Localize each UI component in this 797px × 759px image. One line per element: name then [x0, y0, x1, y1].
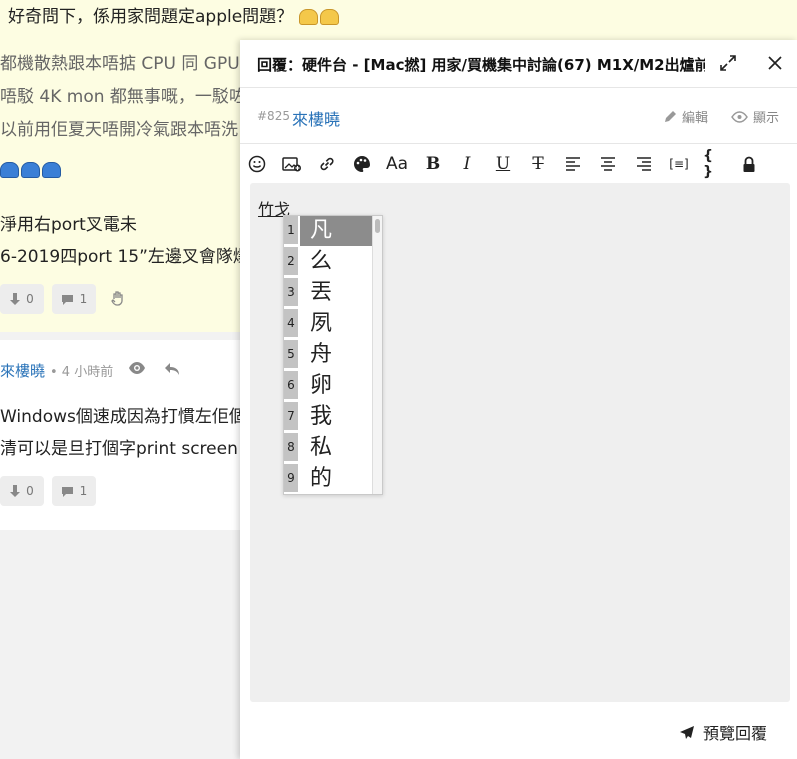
comment-icon [61, 294, 73, 305]
code-button[interactable]: { } [703, 148, 725, 180]
ime-candidate-char: 的 [310, 466, 333, 491]
comment-button[interactable]: 1 [52, 476, 96, 506]
ime-candidate-number: 4 [284, 309, 298, 337]
smiley-icon [248, 155, 266, 173]
ime-candidate-popup: 1凡2么3丟4夙5舟6卵7我8私9的 [283, 215, 383, 495]
post-text-line: 好奇問下，係用家問題定apple問題？ [8, 2, 341, 27]
italic-button[interactable]: I [456, 153, 478, 175]
close-icon [768, 56, 782, 70]
show-button[interactable]: 顯示 [731, 107, 779, 126]
quoted-user-link[interactable]: 來樓曉 [292, 106, 340, 130]
emoji-row [0, 160, 63, 180]
spoiler-button[interactable]: [≡] [667, 153, 691, 175]
ime-scrollbar[interactable] [372, 216, 382, 494]
hand-icon[interactable] [110, 290, 126, 310]
reply-panel-title: 回覆：硬件台 - [Mac撚] 用家/買機集中討論(67) M1X/M2出爐前 [257, 56, 705, 74]
lock-icon [743, 156, 755, 172]
ime-candidate[interactable]: 7我 [284, 402, 372, 433]
ime-candidate-number: 8 [284, 433, 298, 461]
reply-panel-header: 回覆：硬件台 - [Mac撚] 用家/買機集中討論(67) M1X/M2出爐前 [240, 40, 797, 88]
ime-candidate-number: 9 [284, 464, 298, 492]
post-text-line: 淨用右port叉電未 [0, 215, 137, 235]
link-icon [320, 157, 334, 171]
downvote-button[interactable]: 0 [0, 284, 44, 314]
ime-candidate[interactable]: 3丟 [284, 278, 372, 309]
ime-candidate[interactable]: 6卵 [284, 371, 372, 402]
ime-candidate-number: 3 [284, 278, 298, 306]
thumb-down-icon [10, 293, 21, 305]
preview-reply-button[interactable]: 預覽回覆 [679, 720, 767, 744]
post-text-line: 以前用佢夏天唔開冷氣跟本唔洗 [0, 120, 238, 140]
comment-icon [61, 486, 73, 497]
ime-candidate-number: 7 [284, 402, 298, 430]
pencil-icon [665, 110, 676, 122]
strikethrough-button[interactable]: T [527, 153, 549, 175]
palette-icon [354, 156, 370, 172]
emoji-icon [298, 9, 318, 25]
ime-candidate[interactable]: 5舟 [284, 340, 372, 371]
reply-icon[interactable] [164, 361, 180, 380]
text-color-button[interactable] [351, 153, 373, 175]
expand-icon [720, 55, 736, 71]
post-text-line: 唔駁 4K mon 都無事嘅，一駁咗 [0, 87, 246, 107]
close-button[interactable] [765, 53, 785, 73]
edit-button[interactable]: 編輯 [663, 107, 708, 126]
ime-scroll-thumb[interactable] [375, 219, 380, 233]
post-text-line: 都機散熱跟本唔掂 CPU 同 GPU [0, 54, 240, 74]
lock-button[interactable] [738, 153, 760, 175]
ime-candidate-char: 么 [310, 249, 333, 274]
eye-icon[interactable] [128, 360, 146, 379]
ime-candidate-char: 凡 [300, 216, 372, 246]
eye-icon [731, 110, 748, 123]
post-text-line: 清可以是旦打個字print screen [0, 439, 238, 459]
ime-candidate-char: 卵 [310, 373, 333, 398]
post-author-link[interactable]: 來樓曉 [0, 360, 45, 381]
send-icon [679, 725, 694, 739]
comment-button[interactable]: 1 [52, 284, 96, 314]
ime-candidate-number: 6 [284, 371, 298, 399]
insert-image-button[interactable] [281, 153, 303, 175]
ime-candidate[interactable]: 8私 [284, 433, 372, 464]
underline-button[interactable]: U [492, 153, 514, 175]
editor-toolbar: Aa B I U T [≡] { } [240, 144, 797, 182]
post-text-line: Windows個速成因為打慣左佢個 [0, 407, 246, 427]
align-right-icon [637, 157, 651, 171]
bold-button[interactable]: B [422, 153, 444, 175]
post-text-line: 6-2019四port 15”左邊叉會隊爆 [0, 247, 250, 267]
ime-candidate[interactable]: 9的 [284, 464, 372, 495]
ime-candidate-number: 1 [284, 216, 298, 244]
ime-candidate-char: 我 [310, 404, 333, 429]
ime-candidate-number: 5 [284, 340, 298, 368]
downvote-button[interactable]: 0 [0, 476, 44, 506]
image-plus-icon [282, 157, 301, 172]
emoji-icon [42, 162, 61, 178]
emoji-icon [0, 162, 19, 178]
align-left-icon [566, 157, 580, 171]
ime-candidate-char: 夙 [310, 311, 333, 336]
post-time: • 4 小時前 [50, 365, 114, 380]
expand-button[interactable] [718, 53, 738, 73]
align-right-button[interactable] [633, 153, 655, 175]
insert-link-button[interactable] [316, 153, 338, 175]
align-left-button[interactable] [562, 153, 584, 175]
align-center-icon [601, 157, 615, 171]
thumb-down-icon [10, 485, 21, 497]
emoji-icon [21, 162, 40, 178]
ime-candidate-char: 舟 [310, 342, 333, 367]
ime-candidate[interactable]: 4夙 [284, 309, 372, 340]
ime-candidate[interactable]: 1凡 [284, 216, 372, 247]
ime-candidate-char: 私 [310, 435, 333, 460]
font-size-button[interactable]: Aa [386, 153, 408, 175]
emoji-button[interactable] [246, 153, 268, 175]
reply-editor[interactable]: 竹戈 1凡2么3丟4夙5舟6卵7我8私9的 [250, 183, 790, 702]
align-center-button[interactable] [597, 153, 619, 175]
post-number: #825 [257, 109, 290, 123]
emoji-icon [319, 9, 339, 25]
ime-candidate-number: 2 [284, 247, 298, 275]
ime-candidate[interactable]: 2么 [284, 247, 372, 278]
ime-candidate-char: 丟 [310, 280, 333, 305]
quoted-post-info: #825 來樓曉 編輯 顯示 [240, 88, 797, 144]
reply-panel: 回覆：硬件台 - [Mac撚] 用家/買機集中討論(67) M1X/M2出爐前 … [240, 40, 797, 759]
